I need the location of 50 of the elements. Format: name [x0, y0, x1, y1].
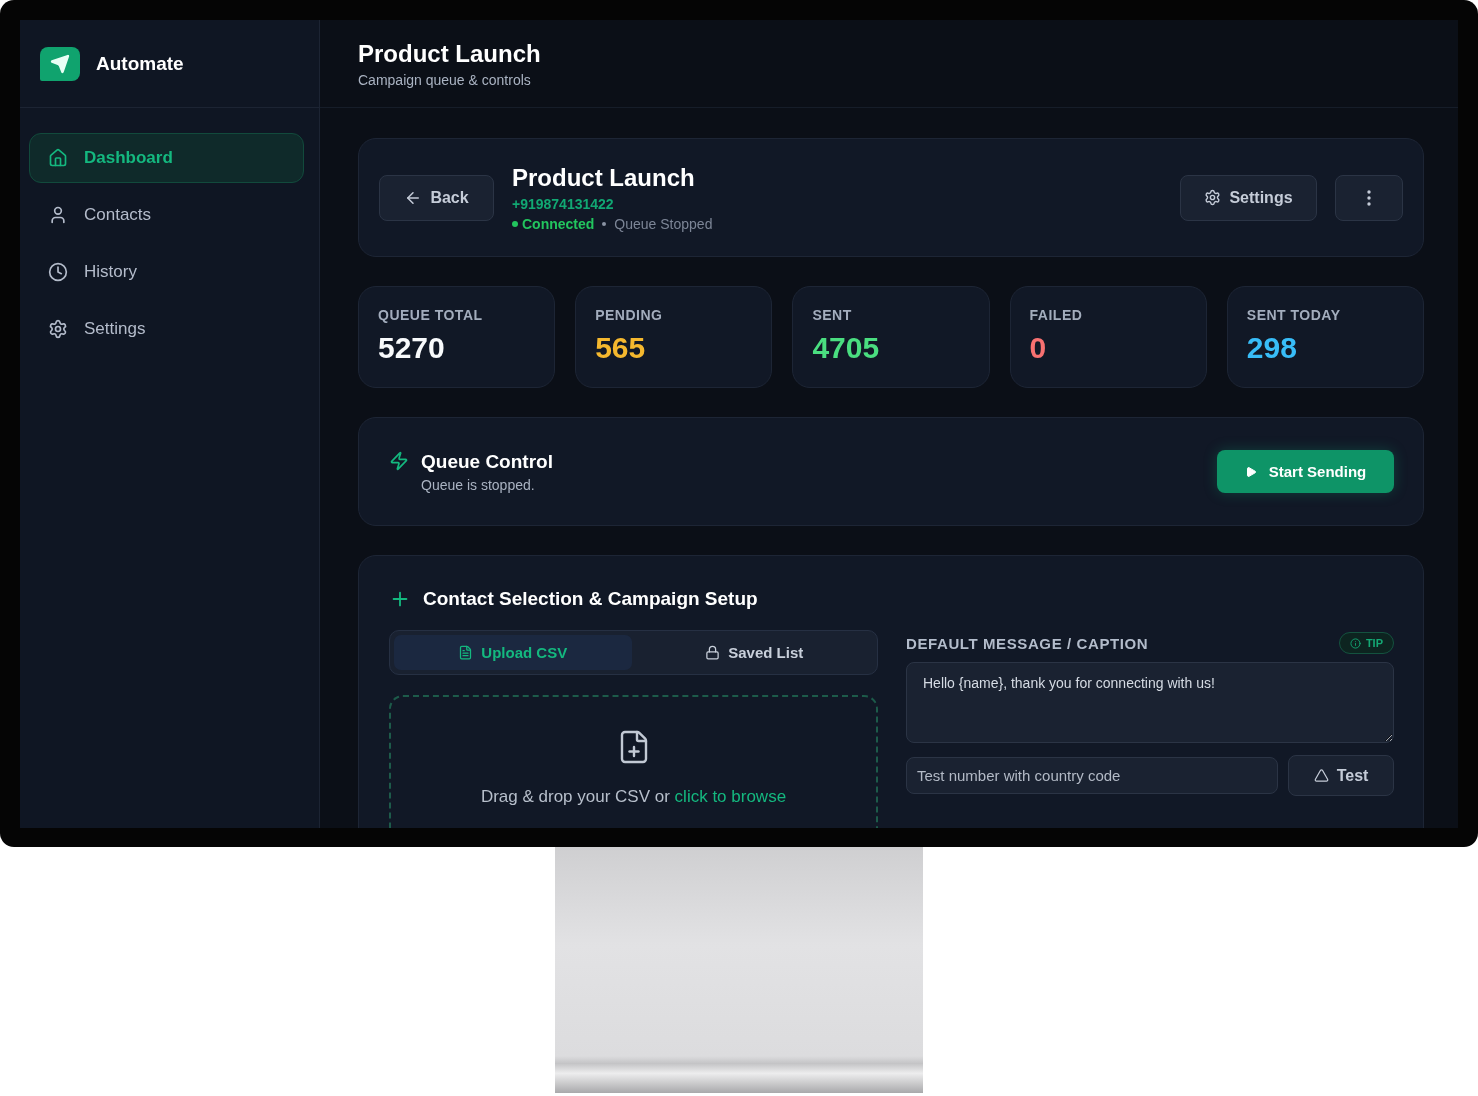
clock-icon — [48, 262, 68, 282]
back-button[interactable]: Back — [379, 174, 494, 221]
brand-name: Automate — [96, 52, 184, 75]
connection-status: Connected — [522, 215, 595, 232]
section-title: Queue Control — [421, 450, 554, 473]
stat-label: QUEUE TOTAL — [378, 307, 484, 323]
nav-item[interactable]: Dashboard — [29, 133, 304, 183]
stat-label: FAILED — [1029, 307, 1084, 323]
logo-icon — [40, 46, 80, 81]
more-icon — [1367, 189, 1371, 206]
lock-icon — [705, 645, 721, 660]
stat-value: 0 — [1029, 331, 1048, 365]
tab[interactable]: Upload CSV — [394, 635, 632, 670]
stat-value: 5270 — [378, 331, 446, 365]
message-field[interactable]: Hello {name}, thank you for connecting with us! — [906, 662, 1394, 743]
nav-item[interactable]: Settings — [29, 304, 304, 354]
more-button[interactable] — [1335, 174, 1403, 221]
test-button[interactable]: Test — [1288, 755, 1394, 796]
browse-link[interactable]: click to browse — [674, 787, 787, 806]
triangle-icon — [1313, 768, 1329, 783]
test-number-field[interactable]: Test number with country code — [906, 757, 1278, 794]
settings-button[interactable]: Settings — [1180, 174, 1317, 221]
campaign-title: Product Launch — [512, 163, 696, 192]
queue-status-text: Queue is stopped. — [421, 476, 536, 493]
start-sending-button[interactable]: Start Sending — [1217, 450, 1394, 493]
lightning-icon — [389, 451, 409, 471]
gear-icon — [48, 319, 68, 339]
nav-item[interactable]: Contacts — [29, 190, 304, 240]
info-icon — [1349, 637, 1361, 649]
stat-label: SENT — [812, 307, 853, 323]
file-icon — [458, 645, 474, 660]
stat-label: PENDING — [595, 307, 664, 323]
stat-value: 4705 — [812, 331, 881, 365]
stat-value: 298 — [1246, 331, 1298, 365]
queue-state: Queue Stopped — [614, 215, 713, 232]
user-icon — [48, 205, 68, 225]
nav-item[interactable]: History — [29, 247, 304, 297]
page-title: Product Launch — [358, 39, 542, 68]
settings-icon — [1204, 189, 1222, 206]
tab[interactable]: Saved List — [635, 635, 873, 670]
phone-number: +919874131422 — [512, 195, 615, 212]
tip-badge[interactable]: TIP — [1338, 632, 1394, 654]
field-label: DEFAULT MESSAGE / CAPTION — [906, 634, 1149, 652]
stat-value: 565 — [595, 331, 647, 365]
page-subtitle: Campaign queue & controls — [358, 71, 532, 88]
home-icon — [48, 148, 68, 168]
play-icon — [1244, 465, 1257, 478]
stat-label: SENT TODAY — [1246, 307, 1342, 323]
section-title: Contact Selection & Campaign Setup — [423, 588, 758, 610]
drop-zone-text: Drag & drop your CSV or click to browse — [480, 787, 787, 807]
